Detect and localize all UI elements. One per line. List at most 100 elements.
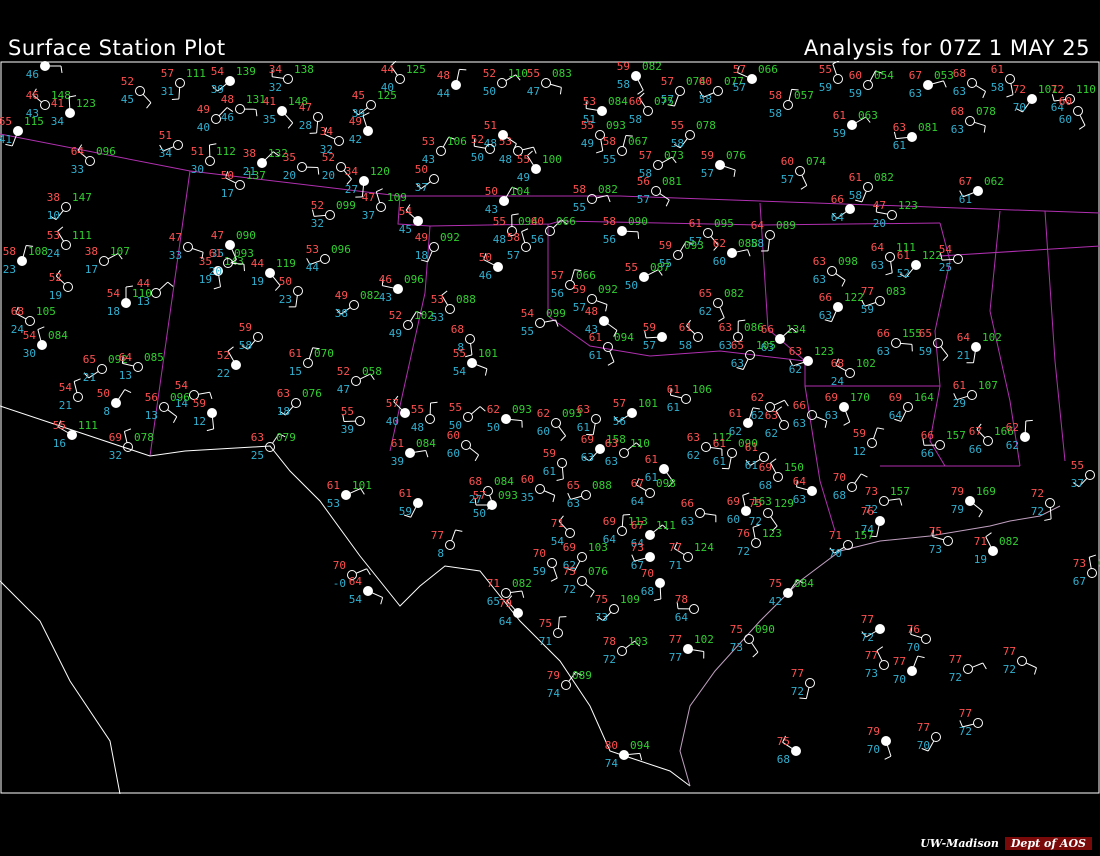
station-model[interactable]: 64 21 102 [957, 331, 1002, 364]
station-model[interactable]: 7670 [907, 623, 931, 654]
station-model[interactable]: 5548 [411, 401, 438, 434]
station-model[interactable]: 7059 [533, 547, 558, 582]
station-model[interactable]: 69 32 078 [109, 428, 154, 462]
station-model[interactable]: 7770 [893, 655, 925, 686]
station-model[interactable]: 5961 [543, 447, 567, 482]
station-model[interactable]: 67 61 062 [959, 175, 1004, 206]
station-model[interactable]: 7970 [867, 725, 892, 760]
station-model[interactable]: 5857 [507, 228, 531, 262]
station-model[interactable]: 75 42 084 [769, 577, 814, 608]
station-model[interactable]: 5245 [121, 75, 152, 109]
station-model[interactable]: 38 17 107 [85, 245, 130, 276]
station-model[interactable]: 7772 [791, 667, 815, 700]
station-model[interactable]: 47 20 123 [873, 199, 918, 230]
station-model[interactable]: 5912 [193, 397, 217, 432]
station-model[interactable]: 76 72 123 [737, 524, 782, 558]
station-model[interactable]: 80 74 094 [605, 739, 650, 770]
station-model[interactable]: 4942 [349, 112, 373, 146]
station-model[interactable]: 6454 [349, 575, 384, 606]
station-model[interactable]: 5558078 [671, 119, 716, 150]
station-model[interactable]: 79 74 089 [547, 669, 592, 700]
station-model[interactable]: 6559 [919, 327, 949, 362]
station-model[interactable]: 47 46 147 [26, 50, 71, 81]
station-model[interactable]: 54 30 084 [23, 326, 68, 360]
station-model[interactable]: 49 38 082 [335, 289, 380, 320]
station-model[interactable]: 63 63 110 [605, 437, 650, 468]
station-model[interactable]: 6362123 [789, 345, 834, 376]
station-model[interactable]: 7772 [861, 613, 885, 644]
station-model[interactable]: 54 55 099 [521, 307, 566, 338]
station-model[interactable]: 6463 [793, 475, 817, 506]
station-model[interactable]: 4846131 [221, 93, 266, 124]
station-model[interactable]: 62 50 093 [487, 403, 532, 434]
station-model[interactable]: 69 64 164 [889, 391, 934, 422]
station-model[interactable]: 7864 [675, 593, 699, 624]
station-model[interactable]: 6152122 [897, 249, 942, 280]
station-model[interactable]: 7773 [865, 646, 889, 680]
station-map[interactable]: 4746147524557311115439139343213844401254… [0, 50, 1100, 795]
station-model[interactable]: 6663155 [877, 327, 922, 358]
station-model[interactable]: 7272 [1031, 487, 1055, 521]
station-model[interactable]: 5043104 [485, 185, 530, 216]
station-model[interactable]: 7367081 [1073, 554, 1100, 588]
station-model[interactable]: 5353088 [431, 290, 476, 324]
station-model[interactable]: 68 24 102 [831, 357, 876, 388]
station-model[interactable]: 5439139 [211, 65, 256, 96]
station-model[interactable]: 56 57 081 [637, 175, 682, 207]
station-model[interactable]: 68 63 078 [951, 105, 996, 136]
station-model[interactable]: 78 72 103 [603, 635, 648, 666]
station-model[interactable]: 778 [431, 529, 463, 560]
station-model[interactable]: 53 44 096 [306, 243, 351, 274]
station-model[interactable]: 38 10 147 [47, 191, 92, 222]
station-model[interactable]: 61 15 070 [289, 347, 334, 378]
station-model[interactable]: 6663 [681, 497, 717, 528]
station-model[interactable]: 65 62 082 [699, 287, 744, 322]
station-model[interactable]: 7068 [833, 471, 868, 502]
station-model[interactable]: 5550 [449, 401, 486, 432]
station-model[interactable]: 5046 [479, 251, 503, 282]
station-model[interactable]: 61 39 084 [391, 437, 436, 468]
station-model[interactable]: 7573 [929, 525, 953, 556]
station-model[interactable]: 7772 [959, 707, 983, 738]
station-model[interactable]: 7964 [499, 595, 523, 628]
station-model[interactable]: 58 58 057 [769, 88, 814, 120]
station-model[interactable]: 34 32 138 [269, 63, 314, 94]
station-model[interactable]: 57 31 111 [161, 67, 206, 100]
station-model[interactable]: 59 58 082 [617, 60, 662, 95]
station-model[interactable]: 7772 [949, 653, 987, 684]
station-model[interactable]: 61 61 106 [667, 383, 712, 414]
station-model[interactable]: 62 60 088 [713, 237, 758, 268]
station-model[interactable]: 5957 [643, 321, 667, 352]
station-model[interactable]: 55 50 087 [625, 261, 670, 292]
station-model[interactable]: 5740 [386, 395, 410, 428]
station-model[interactable]: 5537 [1071, 459, 1095, 490]
station-model[interactable]: 60 57 074 [781, 155, 826, 190]
station-model[interactable]: 63 63 098 [813, 255, 858, 287]
station-model[interactable]: 5222 [217, 346, 241, 380]
station-model[interactable]: 64 13 085 [119, 351, 164, 382]
station-model[interactable]: 6159 [399, 487, 423, 518]
station-model[interactable]: 52 32 099 [311, 199, 356, 230]
station-model[interactable]: 75 73 090 [730, 623, 775, 658]
station-model[interactable]: 61 59 063 [833, 109, 878, 140]
station-model[interactable]: 6158 [991, 63, 1015, 98]
station-model[interactable]: 52 50 110 [483, 67, 528, 98]
station-model[interactable]: 6060 [447, 429, 480, 462]
station-model[interactable]: 5912 [853, 427, 885, 458]
station-model[interactable]: 63 18 076 [277, 387, 322, 418]
station-model[interactable]: 5219 [49, 270, 73, 302]
station-model[interactable]: 77 59 083 [861, 285, 906, 316]
station-model[interactable]: 58 55 082 [573, 183, 618, 214]
station-model[interactable]: 41 34 123 [51, 95, 96, 128]
station-model[interactable]: 5958 [239, 321, 263, 352]
station-model[interactable]: 5023 [279, 275, 303, 308]
station-model[interactable]: 57 56 101 [613, 397, 658, 428]
station-model[interactable]: 59 57 076 [701, 149, 746, 180]
station-model[interactable]: 67 63 053 [909, 69, 954, 100]
station-model[interactable]: 46 43 096 [379, 273, 424, 304]
station-model[interactable]: 79 79 169 [951, 485, 996, 518]
station-model[interactable]: 77 71 124 [669, 541, 714, 572]
station-model[interactable]: 5559 [819, 60, 843, 94]
station-model[interactable]: 55 16 111 [53, 419, 98, 450]
station-model[interactable]: 6663122 [819, 291, 864, 323]
